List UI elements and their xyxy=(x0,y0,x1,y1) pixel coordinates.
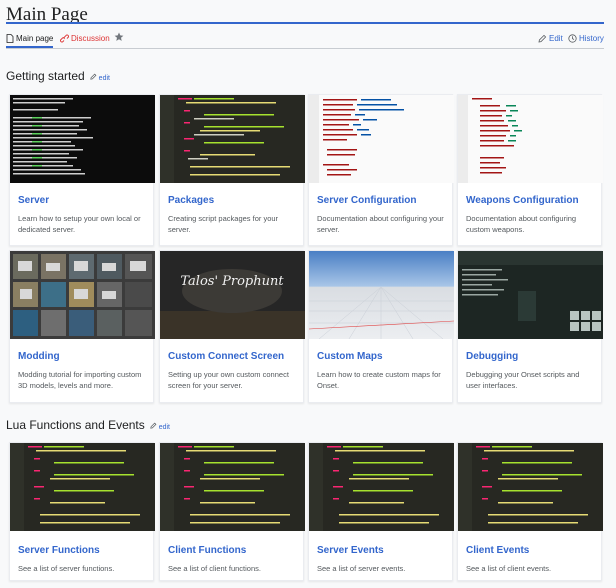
card-description: Learn how to setup your own local or ded… xyxy=(18,214,141,234)
tabs-divider xyxy=(6,48,604,49)
card-custom-connect-screen[interactable]: Talos' Prophunt Custom Connect Screen Se… xyxy=(159,250,305,403)
server-console-thumbnail xyxy=(10,95,155,183)
card-title: Packages xyxy=(168,195,215,206)
pencil-icon xyxy=(538,34,547,43)
card-server-events[interactable]: Server Events See a list of server event… xyxy=(308,442,454,581)
card-title: Server Events xyxy=(317,545,384,556)
section-title: Lua Functions and Events xyxy=(6,418,145,432)
edit-label: Edit xyxy=(549,34,563,43)
card-description: Documentation about configuring custom w… xyxy=(466,214,577,234)
card-server-configuration[interactable]: Server Configuration Documentation about… xyxy=(308,94,454,246)
history-button[interactable]: History xyxy=(568,34,604,43)
debug-overlay-thumbnail xyxy=(458,251,603,339)
map-editor-thumbnail xyxy=(309,251,454,339)
lua-code-thumbnail xyxy=(160,443,305,531)
promo-title-text: Talos' Prophunt xyxy=(180,274,284,289)
section-edit-link[interactable]: edit xyxy=(90,73,110,82)
lua-code-thumbnail xyxy=(458,443,603,531)
card-description: Learn how to create custom maps for Onse… xyxy=(317,370,441,390)
card-description: Documentation about configuring your ser… xyxy=(317,214,444,234)
card-title: Weapons Configuration xyxy=(466,195,579,206)
card-description: See a list of server events. xyxy=(317,564,406,573)
tab-main-page-label: Main page xyxy=(16,34,54,43)
card-custom-maps[interactable]: Custom Maps Learn how to create custom m… xyxy=(308,250,454,403)
card-description: See a list of client events. xyxy=(466,564,552,573)
section-heading-lua: Lua Functions and Events edit xyxy=(6,418,170,432)
card-title: Modding xyxy=(18,351,60,362)
card-title: Debugging xyxy=(466,351,519,362)
tab-main-page[interactable]: Main page xyxy=(6,34,54,48)
pencil-icon xyxy=(150,422,157,429)
connect-screen-thumbnail: Talos' Prophunt xyxy=(160,251,305,339)
tab-discussion-label: Discussion xyxy=(71,34,110,43)
card-client-events[interactable]: Client Events See a list of client event… xyxy=(457,442,603,581)
lua-code-thumbnail xyxy=(309,443,454,531)
card-title: Custom Connect Screen xyxy=(168,351,285,362)
card-modding[interactable]: Modding Modding tutorial for importing c… xyxy=(9,250,155,403)
card-weapons-configuration[interactable]: Weapons Configuration Documentation abou… xyxy=(457,94,603,246)
watch-star-button[interactable] xyxy=(114,32,124,42)
lua-code-thumbnail xyxy=(160,95,305,183)
card-server[interactable]: Server Learn how to setup your own local… xyxy=(9,94,155,246)
history-label: History xyxy=(579,34,604,43)
card-title: Custom Maps xyxy=(317,351,383,362)
section-edit-link[interactable]: edit xyxy=(150,422,170,431)
card-debugging[interactable]: Debugging Debugging your Onset scripts a… xyxy=(457,250,603,403)
card-description: Setting up your own custom connect scree… xyxy=(168,370,289,390)
title-rule xyxy=(6,22,604,24)
pencil-icon xyxy=(90,73,97,80)
json-config-thumbnail xyxy=(309,95,454,183)
card-title: Client Functions xyxy=(168,545,247,556)
card-title: Server xyxy=(18,195,50,206)
card-description: Debugging your Onset scripts and user in… xyxy=(466,370,580,390)
section-heading-getting-started: Getting started edit xyxy=(6,69,110,83)
asset-browser-thumbnail xyxy=(10,251,155,339)
edit-button[interactable]: Edit xyxy=(538,34,563,43)
discussion-icon xyxy=(60,34,69,43)
section-title: Getting started xyxy=(6,69,85,83)
page-tabs: Main page Discussion Edit History xyxy=(6,31,604,49)
card-description: Creating script packages for your server… xyxy=(168,214,279,234)
lua-code-thumbnail xyxy=(10,443,155,531)
card-title: Client Events xyxy=(466,545,530,556)
card-server-functions[interactable]: Server Functions See a list of server fu… xyxy=(9,442,155,581)
card-client-functions[interactable]: Client Functions See a list of client fu… xyxy=(159,442,305,581)
page-icon xyxy=(6,34,14,43)
tab-discussion[interactable]: Discussion xyxy=(60,34,110,43)
weapons-json-thumbnail xyxy=(458,95,603,183)
card-description: See a list of client functions. xyxy=(168,564,261,573)
card-description: Modding tutorial for importing custom 3D… xyxy=(18,370,142,390)
card-title: Server Functions xyxy=(18,545,100,556)
card-description: See a list of server functions. xyxy=(18,564,115,573)
card-title: Server Configuration xyxy=(317,195,417,206)
card-packages[interactable]: Packages Creating script packages for yo… xyxy=(159,94,305,246)
star-icon xyxy=(114,32,124,41)
clock-icon xyxy=(568,34,577,43)
